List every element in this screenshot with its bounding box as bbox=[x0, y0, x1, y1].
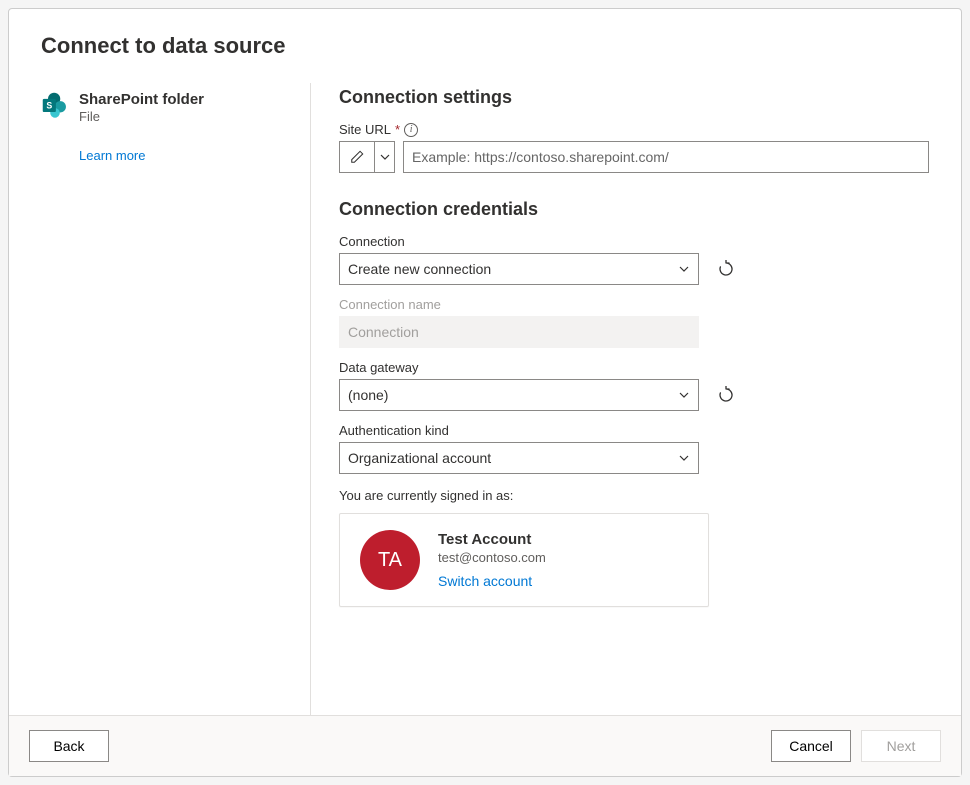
chevron-down-icon bbox=[678, 389, 690, 401]
account-email: test@contoso.com bbox=[438, 550, 546, 565]
svg-text:S: S bbox=[46, 101, 52, 111]
back-button[interactable]: Back bbox=[29, 730, 109, 762]
settings-pane: Connection settings Site URL * i Connect… bbox=[311, 83, 929, 715]
connection-settings-heading: Connection settings bbox=[339, 87, 929, 108]
gateway-label: Data gateway bbox=[339, 360, 929, 375]
learn-more-link[interactable]: Learn more bbox=[79, 148, 145, 163]
connect-dialog: Connect to data source S SharePoint fold… bbox=[8, 8, 962, 777]
auth-kind-select[interactable]: Organizational account bbox=[339, 442, 699, 474]
source-pane: S SharePoint folder File Learn more bbox=[41, 83, 311, 715]
refresh-connection-button[interactable] bbox=[717, 260, 735, 278]
account-name: Test Account bbox=[438, 531, 546, 548]
next-button: Next bbox=[861, 730, 941, 762]
page-title: Connect to data source bbox=[41, 33, 929, 59]
chevron-down-icon[interactable] bbox=[374, 142, 394, 172]
refresh-gateway-button[interactable] bbox=[717, 386, 735, 404]
auth-kind-label: Authentication kind bbox=[339, 423, 929, 438]
site-url-label: Site URL * i bbox=[339, 122, 929, 137]
signed-in-label: You are currently signed in as: bbox=[339, 488, 929, 503]
pencil-icon[interactable] bbox=[340, 142, 374, 172]
source-row: S SharePoint folder File bbox=[41, 91, 290, 124]
chevron-down-icon bbox=[678, 263, 690, 275]
info-icon[interactable]: i bbox=[404, 123, 418, 137]
gateway-select[interactable]: (none) bbox=[339, 379, 699, 411]
connection-name-input bbox=[339, 316, 699, 348]
dialog-header: Connect to data source bbox=[9, 9, 961, 67]
required-asterisk: * bbox=[395, 122, 400, 137]
connection-name-label: Connection name bbox=[339, 297, 929, 312]
source-subtitle: File bbox=[79, 109, 204, 124]
connection-credentials-heading: Connection credentials bbox=[339, 199, 929, 220]
site-url-input[interactable] bbox=[403, 141, 929, 173]
chevron-down-icon bbox=[678, 452, 690, 464]
sharepoint-icon: S bbox=[41, 91, 69, 119]
source-title: SharePoint folder bbox=[79, 91, 204, 108]
edit-mode-split-button[interactable] bbox=[339, 141, 395, 173]
switch-account-link[interactable]: Switch account bbox=[438, 573, 532, 589]
cancel-button[interactable]: Cancel bbox=[771, 730, 851, 762]
dialog-body: S SharePoint folder File Learn more Conn… bbox=[9, 67, 961, 715]
avatar: TA bbox=[360, 530, 420, 590]
connection-select[interactable]: Create new connection bbox=[339, 253, 699, 285]
account-card: TA Test Account test@contoso.com Switch … bbox=[339, 513, 709, 607]
dialog-footer: Back Cancel Next bbox=[9, 715, 961, 776]
connection-label: Connection bbox=[339, 234, 929, 249]
